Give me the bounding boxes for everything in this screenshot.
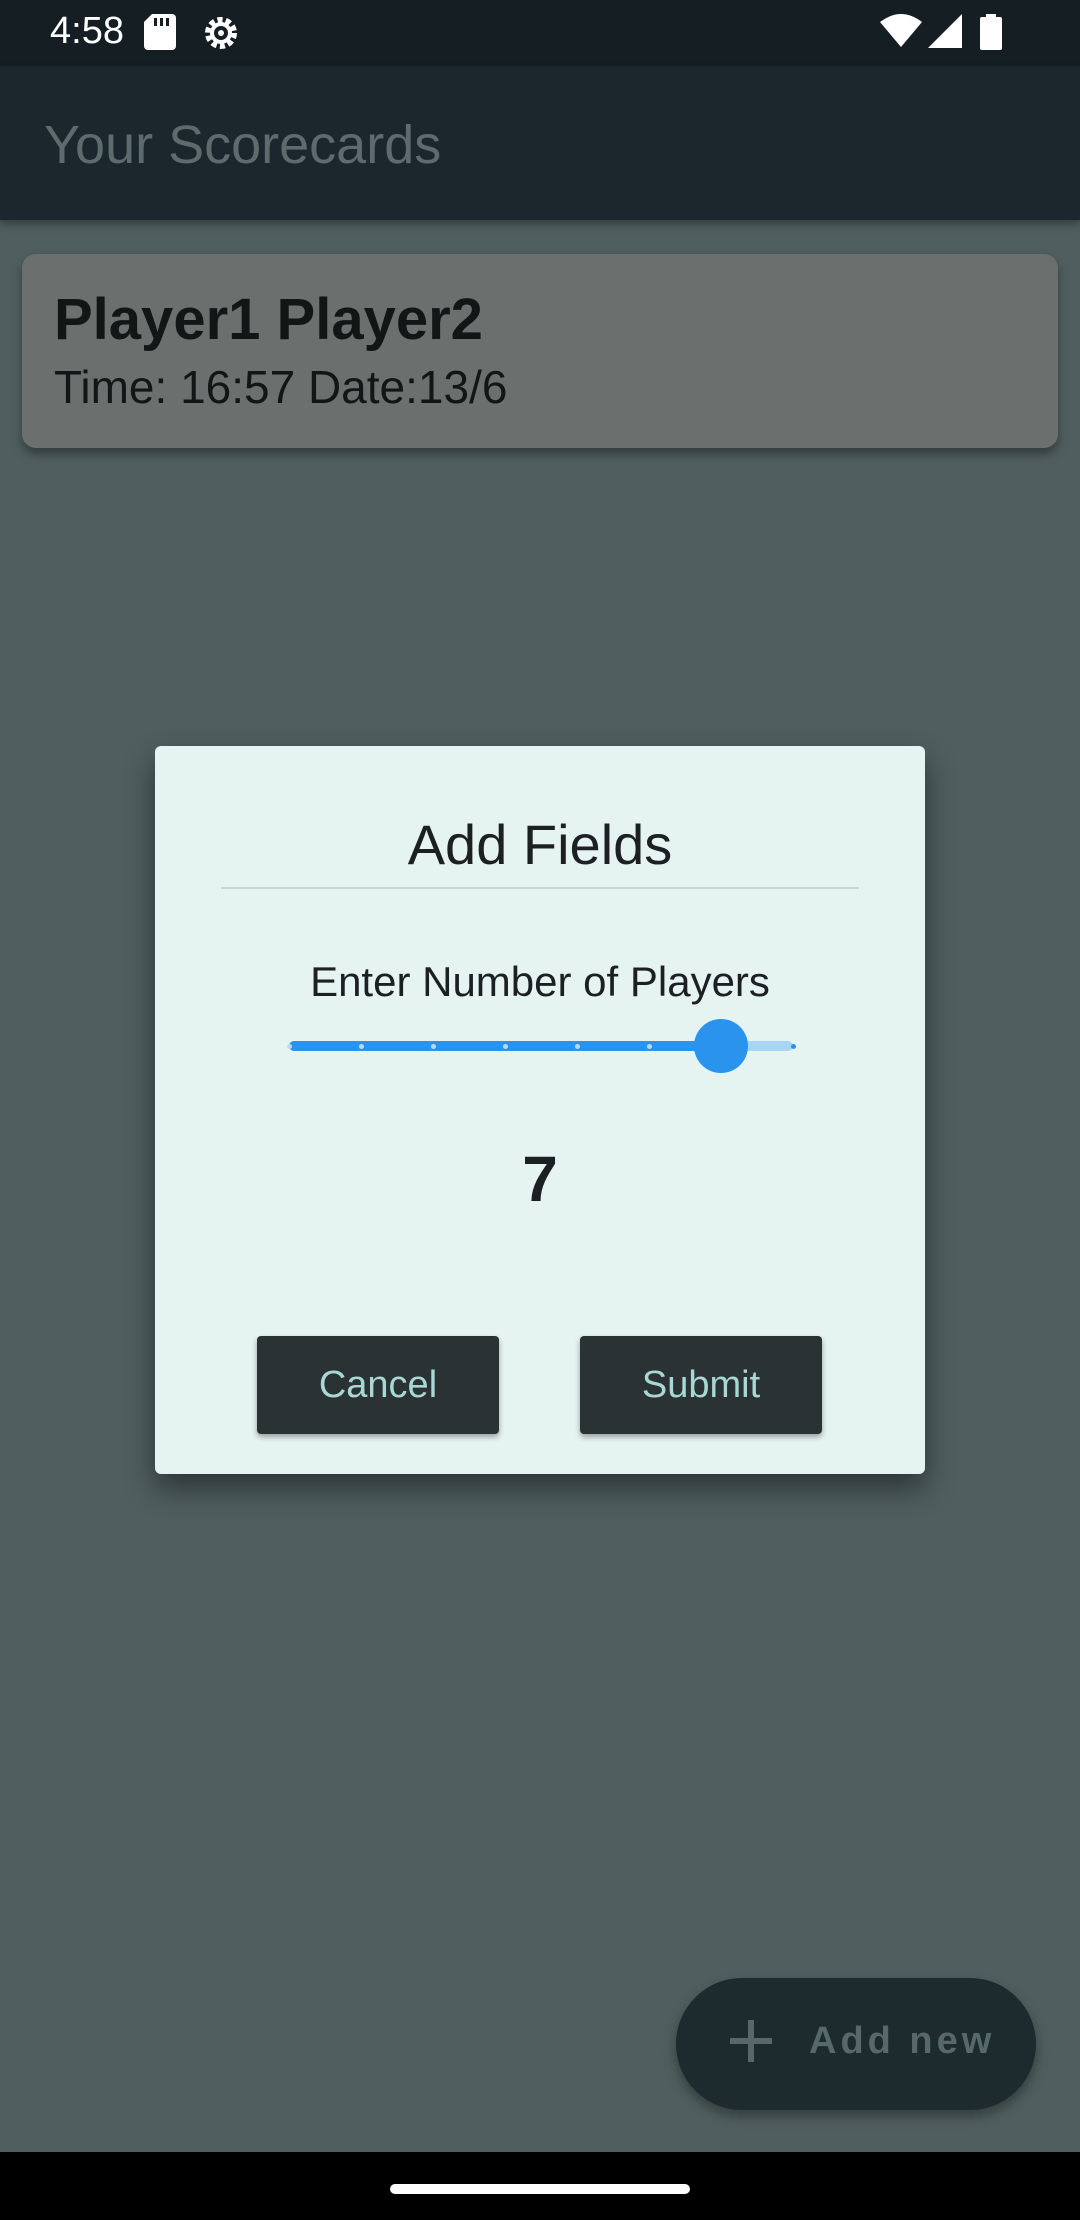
add-new-label: Add new (809, 2020, 996, 2062)
slider-tick (646, 1044, 652, 1049)
slider-tick (790, 1044, 796, 1049)
battery-icon (980, 14, 1002, 50)
scorecard-players: Player1 Player2 (54, 287, 483, 352)
sd-card-icon (144, 14, 176, 50)
scorecard-card[interactable]: Player1 Player2 Time: 16:57 Date:13/6 (22, 254, 1058, 448)
home-handle[interactable] (390, 2184, 690, 2194)
slider-tick (574, 1044, 580, 1049)
page-title: Your Scorecards (44, 115, 442, 175)
status-bar: 4:58 (0, 0, 1080, 66)
dialog-prompt: Enter Number of Players (310, 958, 770, 1005)
slider-tick (502, 1044, 508, 1049)
app-bar: Your Scorecards (0, 66, 1080, 220)
slider-tick (430, 1044, 436, 1049)
slider-value: 7 (522, 1143, 558, 1215)
navigation-bar (0, 2152, 1080, 2220)
slider-tick (358, 1044, 364, 1049)
settings-icon (205, 17, 237, 49)
add-fields-dialog: Add Fields Enter Number of Players 7 Can… (155, 746, 925, 1474)
slider-tick (286, 1044, 292, 1049)
player-count-slider[interactable] (286, 1016, 796, 1076)
add-new-button[interactable]: Add new (676, 1978, 1036, 2110)
submit-button[interactable]: Submit (580, 1336, 822, 1434)
plus-icon (730, 2020, 772, 2062)
slider-thumb[interactable] (694, 1019, 748, 1073)
dialog-title: Add Fields (407, 813, 673, 876)
status-time: 4:58 (50, 10, 124, 52)
signal-icon (928, 14, 962, 48)
scorecard-meta: Time: 16:57 Date:13/6 (54, 361, 508, 413)
dialog-divider (221, 887, 859, 889)
wifi-icon (880, 14, 922, 47)
cancel-button[interactable]: Cancel (257, 1336, 499, 1434)
